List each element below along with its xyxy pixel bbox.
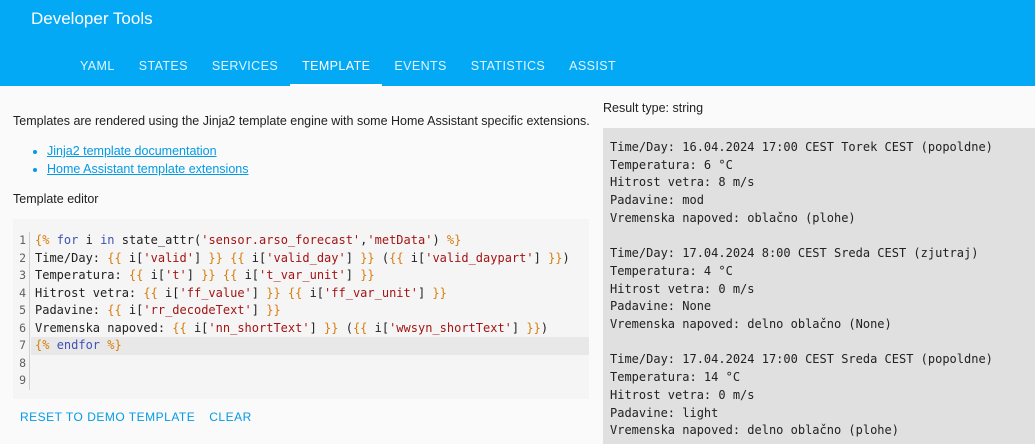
- code-line[interactable]: [31, 355, 589, 373]
- line-number: 3: [19, 268, 26, 282]
- tab-events[interactable]: EVENTS: [382, 45, 458, 86]
- code-area[interactable]: {% for i in state_attr('sensor.arso_fore…: [31, 232, 589, 390]
- line-number: 8: [19, 355, 26, 370]
- ha-template-extensions-link[interactable]: Home Assistant template extensions: [47, 162, 249, 176]
- line-number: 1: [19, 233, 26, 247]
- code-line[interactable]: Vremenska napoved: {{ i['nn_shortText'] …: [31, 320, 589, 338]
- code-line[interactable]: {% endfor %}: [31, 337, 589, 355]
- code-line[interactable]: Temperatura: {{ i['t'] }} {{ i['t_var_un…: [31, 267, 589, 285]
- template-editor-label: Template editor: [13, 192, 99, 206]
- tab-services[interactable]: SERVICES: [200, 45, 290, 86]
- page-title: Developer Tools: [31, 9, 153, 28]
- result-type-label: Result type: string: [603, 101, 704, 115]
- code-line[interactable]: Hitrost vetra: {{ i['ff_value'] }} {{ i[…: [31, 285, 589, 303]
- result-panel: Result type: string Time/Day: 16.04.2024…: [600, 86, 1035, 444]
- line-number: 4: [19, 285, 26, 300]
- tab-states[interactable]: STATES: [127, 45, 200, 86]
- doc-links: Jinja2 template documentation Home Assis…: [47, 142, 249, 178]
- reset-demo-template-button[interactable]: RESET TO DEMO TEMPLATE: [13, 406, 202, 428]
- line-number-gutter: 1 2 3 4 5 6 7 8 9: [13, 232, 30, 390]
- line-number: 5: [19, 303, 26, 317]
- clear-button[interactable]: CLEAR: [202, 406, 259, 428]
- editor-actions: RESET TO DEMO TEMPLATE CLEAR: [13, 406, 259, 428]
- line-number: 7: [19, 338, 26, 352]
- link-item: Home Assistant template extensions: [47, 160, 249, 178]
- template-panel: Templates are rendered using the Jinja2 …: [0, 86, 600, 444]
- line-number: 9: [19, 373, 26, 387]
- app-header: Developer Tools YAML STATES SERVICES TEM…: [0, 0, 1035, 86]
- line-number: 6: [19, 320, 26, 335]
- intro-text: Templates are rendered using the Jinja2 …: [13, 114, 590, 128]
- result-output: Time/Day: 16.04.2024 17:00 CEST Torek CE…: [603, 128, 1035, 444]
- tab-template[interactable]: TEMPLATE: [290, 45, 383, 86]
- code-line[interactable]: Padavine: {{ i['rr_decodeText'] }}: [31, 302, 589, 320]
- line-number: 2: [19, 250, 26, 265]
- tab-yaml[interactable]: YAML: [68, 45, 127, 86]
- template-editor[interactable]: 1 2 3 4 5 6 7 8 9 {% for i in state_attr('sensor…: [13, 219, 589, 399]
- tab-statistics[interactable]: STATISTICS: [459, 45, 557, 86]
- code-line[interactable]: [31, 372, 589, 390]
- jinja2-docs-link[interactable]: Jinja2 template documentation: [47, 144, 217, 158]
- tab-bar: YAML STATES SERVICES TEMPLATE EVENTS STA…: [68, 45, 628, 86]
- link-item: Jinja2 template documentation: [47, 142, 249, 160]
- tab-assist[interactable]: ASSIST: [557, 45, 628, 86]
- code-line[interactable]: Time/Day: {{ i['valid'] }} {{ i['valid_d…: [31, 250, 589, 268]
- code-line[interactable]: {% for i in state_attr('sensor.arso_fore…: [31, 232, 589, 250]
